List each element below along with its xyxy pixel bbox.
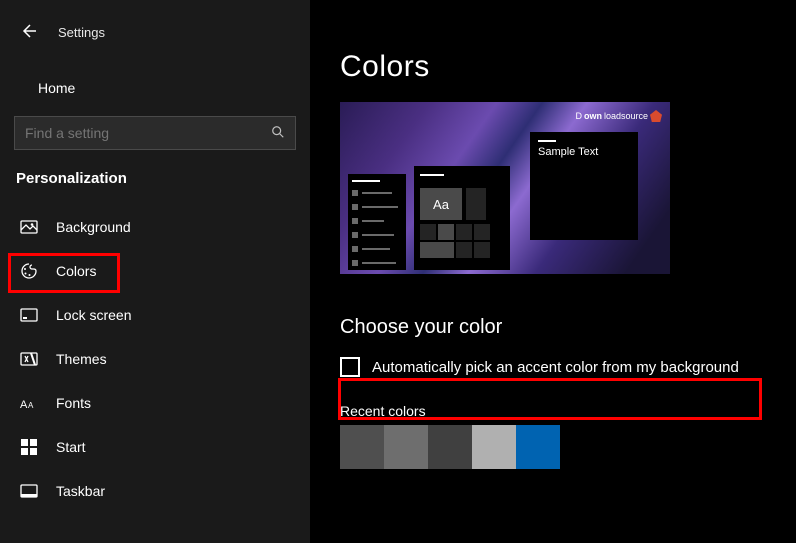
nav-label: Colors [56, 263, 96, 279]
taskbar-icon [20, 482, 38, 500]
page-title: Colors [340, 50, 796, 84]
preview-taskbar [348, 174, 406, 270]
nav-label: Themes [56, 351, 107, 367]
main-content: Colors Downloadsource Aa Sample [310, 0, 796, 543]
preview-watermark: Downloadsource [575, 110, 662, 122]
search-box[interactable] [14, 116, 296, 150]
nav-background[interactable]: Background [0, 205, 310, 249]
home-label: Home [38, 80, 75, 96]
auto-pick-label: Automatically pick an accent color from … [372, 359, 739, 376]
recent-colors [340, 425, 796, 469]
nav-taskbar[interactable]: Taskbar [0, 469, 310, 513]
nav-start[interactable]: Start [0, 425, 310, 469]
themes-icon [20, 350, 38, 368]
category-title: Personalization [0, 170, 310, 187]
search-input[interactable] [25, 125, 245, 141]
svg-text:A: A [20, 399, 28, 411]
recent-color-swatch[interactable] [516, 425, 560, 469]
recent-colors-title: Recent colors [340, 403, 796, 419]
preview-start: Aa [414, 166, 510, 270]
nav-label: Start [56, 439, 86, 455]
choose-color-title: Choose your color [340, 316, 796, 339]
recent-color-swatch[interactable] [472, 425, 516, 469]
svg-text:A: A [28, 401, 34, 410]
nav-label: Taskbar [56, 483, 105, 499]
nav-lockscreen[interactable]: Lock screen [0, 293, 310, 337]
watermark-icon [650, 110, 662, 122]
nav-fonts[interactable]: AA Fonts [0, 381, 310, 425]
nav-colors[interactable]: Colors [0, 249, 310, 293]
nav-themes[interactable]: Themes [0, 337, 310, 381]
settings-sidebar: Settings Home Personalization Background… [0, 0, 310, 543]
preview-aa: Aa [420, 188, 462, 220]
nav-label: Fonts [56, 395, 91, 411]
color-preview: Downloadsource Aa Sample Text [340, 102, 670, 274]
nav-label: Background [56, 219, 131, 235]
preview-sample-text: Sample Text [530, 146, 638, 158]
recent-color-swatch[interactable] [340, 425, 384, 469]
recent-color-swatch[interactable] [384, 425, 428, 469]
nav-home[interactable]: Home [0, 70, 310, 106]
nav-label: Lock screen [56, 307, 131, 323]
start-icon [20, 438, 38, 456]
preview-window: Sample Text [530, 132, 638, 240]
picture-icon [20, 218, 38, 236]
lockscreen-icon [20, 306, 38, 324]
search-icon [271, 125, 285, 142]
nav-list: Background Colors Lock screen Themes AA … [0, 205, 310, 513]
app-title: Settings [58, 25, 105, 40]
fonts-icon: AA [20, 394, 38, 412]
palette-icon [20, 262, 38, 280]
back-icon[interactable] [20, 23, 36, 42]
auto-pick-checkbox[interactable] [340, 357, 360, 377]
auto-pick-row[interactable]: Automatically pick an accent color from … [340, 353, 796, 381]
recent-color-swatch[interactable] [428, 425, 472, 469]
